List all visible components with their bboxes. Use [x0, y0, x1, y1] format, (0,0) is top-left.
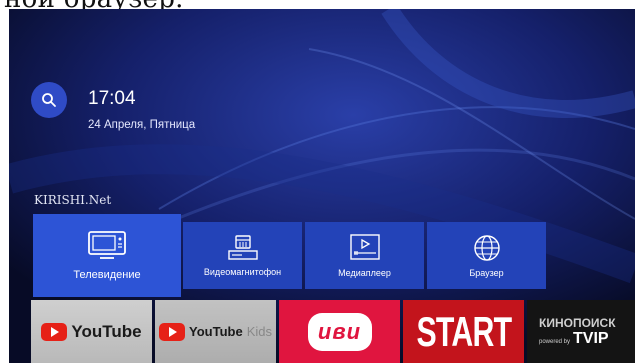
tv-home-screen: 17:04 24 Апреля, Пятница KIRISHI.Net Тел…	[9, 9, 635, 363]
search-button[interactable]	[31, 82, 67, 118]
app-youtube[interactable]: YouTube	[31, 300, 152, 363]
search-icon	[42, 93, 56, 107]
app-start[interactable]: START	[403, 300, 524, 363]
tile-label: Браузер	[469, 267, 504, 278]
tile-label: Видеомагнитофон	[203, 266, 282, 277]
app-youtube-kids[interactable]: YouTube Kids	[155, 300, 276, 363]
media-player-icon	[349, 233, 380, 260]
provider-label: KIRISHI.Net	[34, 193, 112, 207]
tile-label: Телевидение	[73, 268, 141, 281]
tv-icon	[88, 230, 126, 259]
app-ivi[interactable]: иви	[279, 300, 400, 363]
tile-media-player[interactable]: Медиаплеер	[305, 222, 424, 289]
app-label-suffix: Kids	[246, 324, 272, 339]
tile-browser[interactable]: Браузер	[427, 222, 546, 289]
tile-television[interactable]: Телевидение	[33, 214, 181, 297]
tile-video-recorder[interactable]: Видеомагнитофон	[183, 222, 302, 289]
youtube-play-icon	[41, 322, 68, 341]
powered-by-label: powered by	[539, 338, 571, 345]
app-kinopoisk-tvip[interactable]: КИНОПОИСК powered by TVIP	[527, 300, 635, 363]
app-label: YouTube	[189, 324, 243, 339]
tvip-brand: TVIP	[573, 329, 609, 347]
recorder-icon	[227, 234, 258, 260]
app-label: YouTube	[71, 321, 142, 341]
youtube-play-icon	[159, 322, 185, 341]
date-label: 24 Апреля, Пятница	[88, 119, 196, 131]
app-label: КИНОПОИСК	[539, 315, 616, 330]
app-label: иви	[307, 312, 372, 351]
clock: 17:04	[88, 88, 136, 109]
app-label: START	[416, 307, 512, 355]
tile-label: Медиаплеер	[338, 267, 391, 278]
globe-icon	[473, 234, 500, 261]
